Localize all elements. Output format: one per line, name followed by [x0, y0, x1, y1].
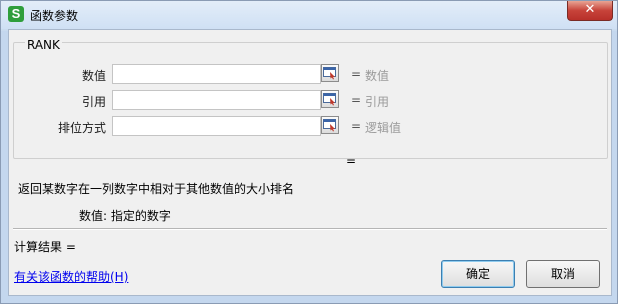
- arg-input-order[interactable]: [112, 116, 321, 136]
- arg-equals-order: =: [351, 119, 362, 133]
- divider: [13, 228, 607, 230]
- arg-input-number[interactable]: [112, 64, 321, 84]
- arg-hint-order: 逻辑值: [365, 121, 402, 135]
- cancel-button[interactable]: 取消: [526, 260, 600, 288]
- arg-equals-number: =: [351, 67, 362, 81]
- range-select-icon: [323, 67, 336, 80]
- arg-hint-number: 数值: [365, 69, 390, 83]
- arg-label-order: 排位方式: [57, 121, 106, 135]
- function-help-link[interactable]: 有关该函数的帮助(H): [14, 268, 128, 285]
- function-description: 返回某数字在一列数字中相对于其他数值的大小排名: [18, 182, 295, 196]
- range-select-button-number[interactable]: [321, 64, 339, 82]
- function-arguments-dialog: S 函数参数 ✕ RANK 数值 = 数值 引用 = 引用 排位方式 = 逻辑值…: [0, 0, 618, 304]
- arg-row-order: 排位方式 = 逻辑值: [9, 116, 611, 136]
- arg-hint-reference: 引用: [365, 95, 390, 109]
- arg-label-reference: 引用: [81, 95, 106, 109]
- function-result-equals: =: [346, 154, 357, 168]
- range-select-icon: [323, 119, 336, 132]
- arg-label-number: 数值: [81, 69, 106, 83]
- range-select-button-reference[interactable]: [321, 90, 339, 108]
- arg-row-number: 数值 = 数值: [9, 64, 611, 84]
- title-bar[interactable]: S 函数参数 ✕: [1, 1, 617, 29]
- arg-equals-reference: =: [351, 93, 362, 107]
- close-button[interactable]: ✕: [567, 1, 613, 21]
- range-select-icon: [323, 93, 336, 106]
- dialog-title: 函数参数: [30, 9, 79, 23]
- spreadsheet-app-icon: S: [8, 6, 24, 22]
- calculation-result: 计算结果 =: [14, 240, 76, 254]
- range-select-button-order[interactable]: [321, 116, 339, 134]
- parameter-description: 数值: 指定的数字: [79, 209, 171, 223]
- ok-button[interactable]: 确定: [441, 260, 515, 288]
- function-name: RANK: [25, 38, 62, 52]
- arg-row-reference: 引用 = 引用: [9, 90, 611, 110]
- dialog-body: RANK 数值 = 数值 引用 = 引用 排位方式 = 逻辑值 = 返回某数字在…: [8, 29, 612, 296]
- arg-input-reference[interactable]: [112, 90, 321, 110]
- close-icon: ✕: [584, 2, 596, 17]
